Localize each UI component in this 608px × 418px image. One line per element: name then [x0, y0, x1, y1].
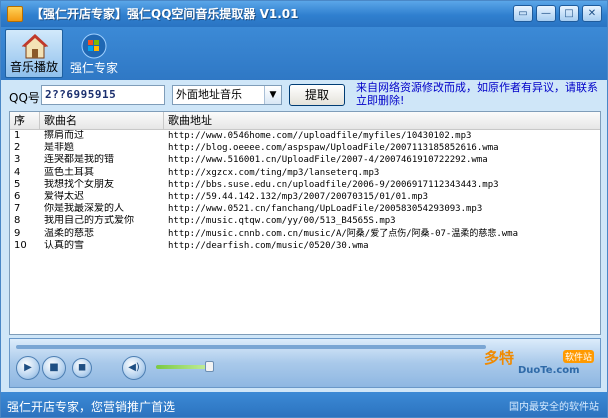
- song-name: 爱得太迟: [44, 191, 84, 202]
- chevron-down-icon[interactable]: ▼: [264, 86, 281, 104]
- table-row[interactable]: 7 你是我最深爱的人 http://www.0521.cn/fanchang/UpL…: [10, 203, 600, 215]
- table-row[interactable]: 1 擦肩而过 http://www.0546home.com//uploadfile…: [10, 130, 600, 142]
- song-name: 你是我最深爱的人: [44, 203, 124, 215]
- song-url: http://www.516001.cn/UploadFile/2007-4/2…: [168, 155, 488, 166]
- song-url: http://music.cnnb.com.cn/music/A/阿桑/爱了点伤…: [168, 228, 518, 239]
- mute-icon[interactable]: ◼: [72, 358, 92, 378]
- song-url: http://blog.oeeee.com/aspspaw/UploadFile…: [168, 143, 499, 154]
- row-number: 8: [14, 215, 21, 227]
- status-text: 强仁开店专家，您营销推广首选: [7, 400, 176, 414]
- minimize-icon[interactable]: —: [536, 5, 556, 22]
- watermark-site: DuoTe.com: [518, 365, 580, 376]
- volume-icon[interactable]: ◀): [122, 356, 146, 380]
- row-number: 2: [14, 142, 21, 154]
- title-bar[interactable]: 【强仁开店专家】强仁QQ空间音乐提取器 V1.01 ▭ — □ ✕: [1, 1, 607, 27]
- song-name: 认真的雪: [44, 239, 84, 251]
- song-url: http://www.0521.cn/fanchang/UpLoadFile/2…: [168, 204, 483, 215]
- windows-logo-icon: [81, 33, 107, 59]
- watermark: 多特 软件站 DuoTe.com: [484, 347, 594, 385]
- song-name: 我用自己的方式爱你: [44, 215, 134, 227]
- watermark-logo: 多特: [484, 349, 515, 367]
- song-name: 擦肩而过: [44, 130, 84, 141]
- table-row[interactable]: 6 爱得太迟 http://59.44.142.132/mp3/2007/20070…: [10, 191, 600, 203]
- close-icon[interactable]: ✕: [582, 5, 602, 22]
- column-header-name[interactable]: 歌曲名: [40, 112, 164, 129]
- table-row[interactable]: 5 我想找个女朋友 http://bbs.suse.edu.cn/uploadfil…: [10, 179, 600, 191]
- skin-icon[interactable]: ▭: [513, 5, 533, 22]
- song-url: http://59.44.142.132/mp3/2007/20070315/0…: [168, 192, 429, 202]
- watermark-tag: 软件站: [562, 350, 594, 363]
- table-row[interactable]: 4 蓝色土耳其 http://xgzcx.com/ting/mp3/lanseter…: [10, 167, 600, 179]
- song-name: 蓝色土耳其: [44, 166, 94, 178]
- status-bar: 强仁开店专家，您营销推广首选 国内最安全的软件站: [1, 392, 607, 417]
- progress-track[interactable]: [16, 345, 486, 349]
- music-play-button[interactable]: 音乐播放: [5, 29, 63, 78]
- qq-number-input[interactable]: 2??6995915: [41, 85, 165, 105]
- table-row[interactable]: 3 连哭都是我的错 http://www.516001.cn/UploadFile/…: [10, 154, 600, 166]
- row-number: 9: [14, 227, 21, 239]
- play-icon[interactable]: ▶: [16, 356, 40, 380]
- list-header: 序 歌曲名 歌曲地址: [10, 112, 600, 130]
- notice-text: 来自网络资源修改而成，如原作者有异议，请联系立即删除!: [356, 81, 598, 107]
- expert-button[interactable]: 强仁专家: [65, 29, 123, 78]
- table-row[interactable]: 2 是非题 http://blog.oeeee.com/aspspaw/Upload…: [10, 142, 600, 154]
- maximize-icon[interactable]: □: [559, 5, 579, 22]
- song-url: http://dearfish.com/music/0520/30.wma: [168, 240, 369, 251]
- media-player: ▶ ■ ◼ ◀) 多特 软件站 DuoTe.com: [9, 338, 601, 388]
- extract-button[interactable]: 提取: [289, 84, 345, 106]
- table-row[interactable]: 8 我用自己的方式爱你 http://music.qtqw.com/yy/00/51…: [10, 215, 600, 227]
- table-row[interactable]: 9 温柔的慈悲 http://music.cnnb.com.cn/music/A/阿…: [10, 228, 600, 240]
- row-number: 4: [14, 166, 21, 178]
- watermark-slogan: 国内最安全的软件站: [509, 402, 599, 413]
- volume-slider[interactable]: [156, 365, 212, 369]
- volume-slider-knob[interactable]: [205, 361, 215, 372]
- song-name: 是非题: [44, 142, 74, 154]
- column-header-url[interactable]: 歌曲地址: [164, 112, 600, 129]
- song-name: 连哭都是我的错: [44, 154, 114, 166]
- song-url: http://music.qtqw.com/yy/00/513_B4565S.m…: [168, 216, 396, 227]
- toolbar: 音乐播放 强仁专家: [1, 27, 607, 80]
- source-select[interactable]: 外面地址音乐 ▼: [172, 85, 282, 105]
- expert-label: 强仁专家: [69, 61, 118, 75]
- table-row[interactable]: 10 认真的雪 http://dearfish.com/music/0520/30.…: [10, 240, 600, 252]
- song-url: http://www.0546home.com//uploadfile/myfi…: [168, 131, 472, 141]
- house-icon: [21, 34, 49, 59]
- song-url: http://bbs.suse.edu.cn/uploadfile/2006-9…: [168, 179, 499, 190]
- stop-icon[interactable]: ■: [42, 356, 66, 380]
- window-title: 【强仁开店专家】强仁QQ空间音乐提取器 V1.01: [31, 7, 299, 21]
- row-number: 1: [14, 130, 21, 141]
- app-icon: [7, 6, 23, 22]
- column-header-no[interactable]: 序: [10, 112, 40, 129]
- row-number: 5: [14, 178, 21, 190]
- song-list[interactable]: 序 歌曲名 歌曲地址 1 擦肩而过 http://www.0546home.com/…: [9, 111, 601, 335]
- row-number: 7: [14, 203, 21, 215]
- row-number: 6: [14, 191, 21, 202]
- music-play-label: 音乐播放: [9, 60, 58, 74]
- qq-label: QQ号:: [9, 91, 44, 105]
- row-number: 10: [14, 239, 27, 251]
- app-window: 【强仁开店专家】强仁QQ空间音乐提取器 V1.01 ▭ — □ ✕ 音乐播放 强…: [0, 0, 608, 418]
- song-name: 我想找个女朋友: [44, 178, 114, 190]
- row-number: 3: [14, 154, 21, 166]
- song-url: http://xgzcx.com/ting/mp3/lanseterq.mp3: [168, 167, 380, 178]
- source-select-value: 外面地址音乐: [176, 88, 242, 101]
- song-name: 温柔的慈悲: [44, 227, 94, 239]
